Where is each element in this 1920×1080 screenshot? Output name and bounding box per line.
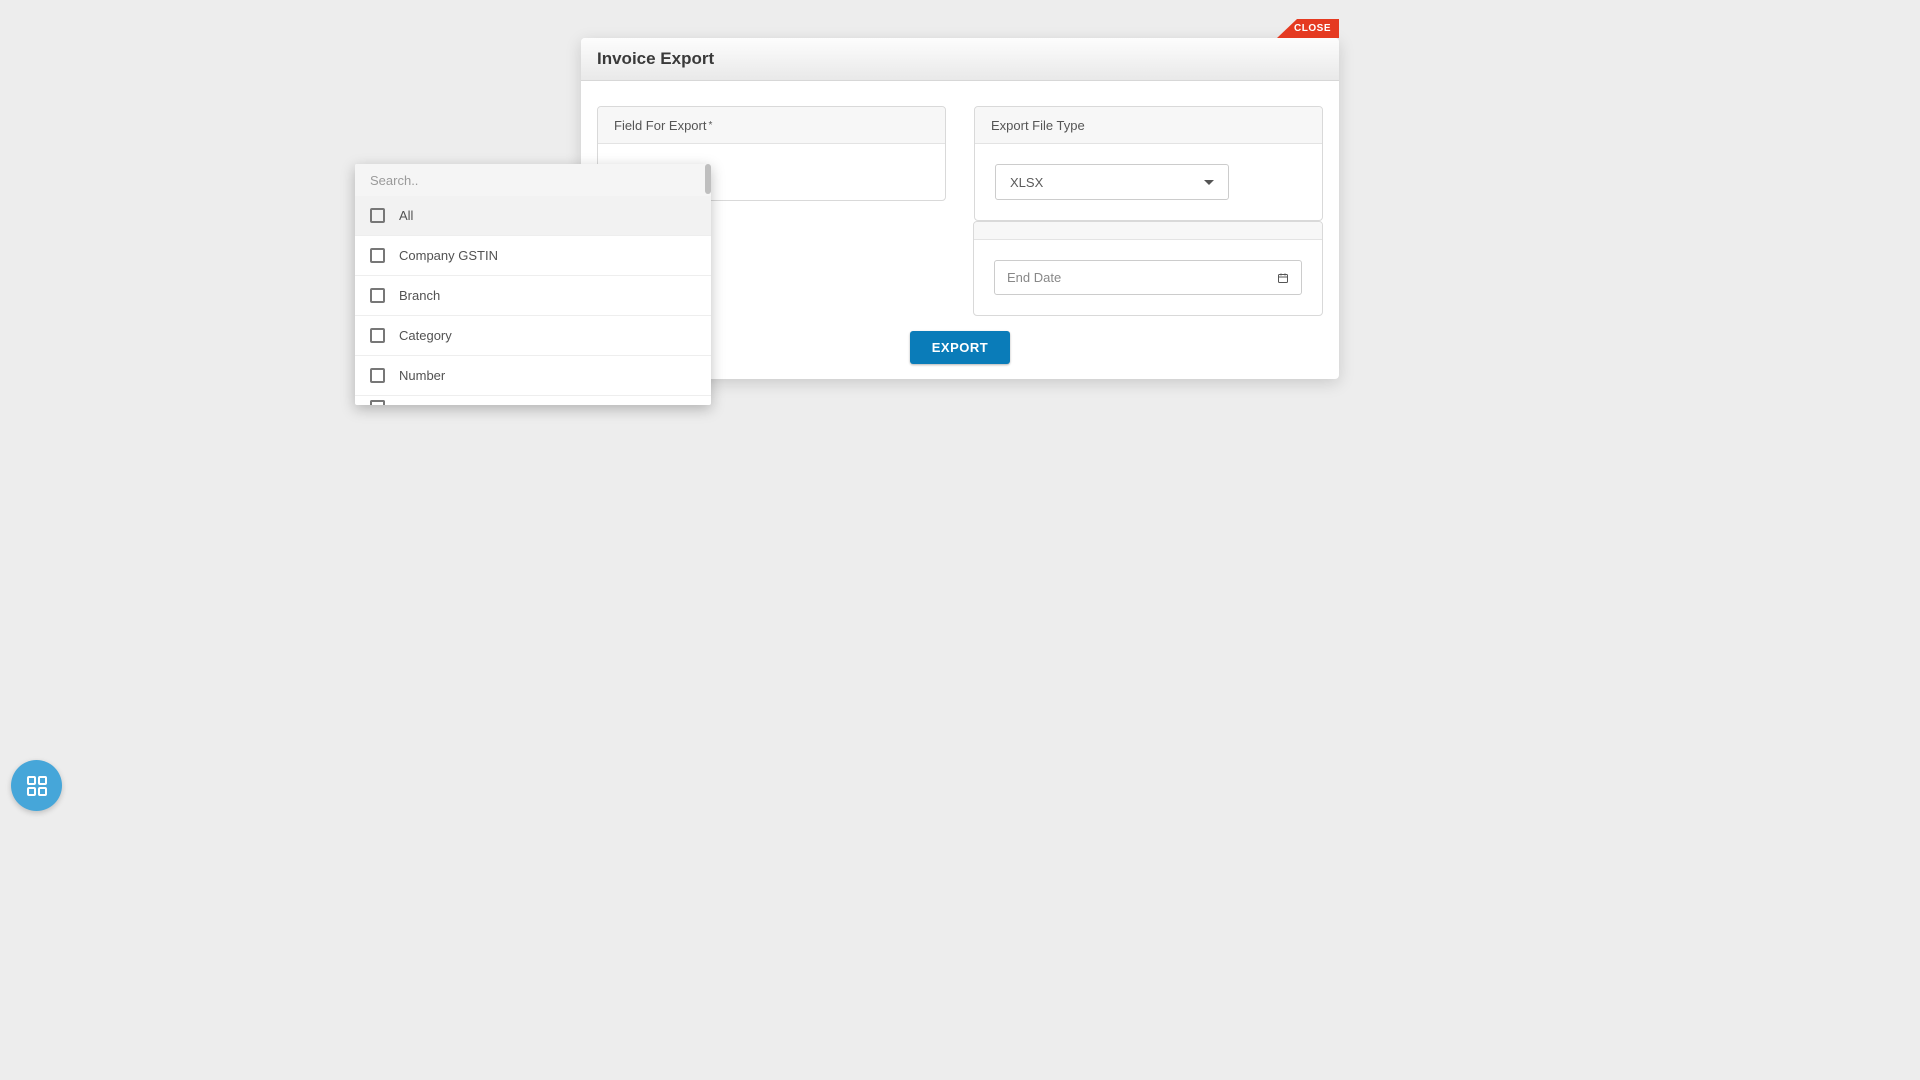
modal-header: Invoice Export xyxy=(581,38,1339,81)
field-for-export-label: Field For Export xyxy=(614,118,706,133)
chevron-down-icon xyxy=(1204,180,1214,185)
checkbox-icon xyxy=(370,400,385,405)
option-label: Number xyxy=(399,368,445,383)
option-label: Company GSTIN xyxy=(399,248,498,263)
option-partial[interactable] xyxy=(355,396,711,405)
end-date-card-body: End Date xyxy=(974,240,1322,315)
modal-title: Invoice Export xyxy=(597,49,714,69)
scrollbar-thumb[interactable] xyxy=(705,164,711,194)
end-date-input[interactable]: End Date xyxy=(994,260,1302,295)
export-file-type-header: Export File Type xyxy=(975,107,1322,144)
checkbox-icon xyxy=(370,208,385,223)
dropdown-search xyxy=(355,164,711,196)
end-date-placeholder: End Date xyxy=(1007,270,1061,285)
option-number[interactable]: Number xyxy=(355,356,711,396)
grid-icon xyxy=(25,774,49,798)
export-button[interactable]: EXPORT xyxy=(910,331,1010,364)
export-file-type-body: XLSX xyxy=(975,144,1322,220)
option-list: All Company GSTIN Branch Category Number xyxy=(355,196,711,405)
close-button[interactable]: CLOSE xyxy=(1277,19,1339,38)
option-label: Category xyxy=(399,328,452,343)
checkbox-icon xyxy=(370,368,385,383)
export-button-label: EXPORT xyxy=(932,340,988,355)
option-all[interactable]: All xyxy=(355,196,711,236)
option-label: Branch xyxy=(399,288,440,303)
checkbox-icon xyxy=(370,248,385,263)
dropdown-search-input[interactable] xyxy=(355,164,703,196)
calendar-icon xyxy=(1277,272,1289,284)
end-date-card-header xyxy=(974,222,1322,240)
field-dropdown-panel: All Company GSTIN Branch Category Number xyxy=(355,164,711,405)
option-company-gstin[interactable]: Company GSTIN xyxy=(355,236,711,276)
option-branch[interactable]: Branch xyxy=(355,276,711,316)
export-file-type-card: Export File Type XLSX xyxy=(974,106,1323,221)
apps-fab[interactable] xyxy=(11,760,62,811)
close-label: CLOSE xyxy=(1294,23,1331,34)
required-asterisk: * xyxy=(708,120,712,131)
file-type-select[interactable]: XLSX xyxy=(995,164,1229,200)
file-type-value: XLSX xyxy=(1010,175,1043,190)
checkbox-icon xyxy=(370,328,385,343)
option-label: All xyxy=(399,208,413,223)
end-date-card: End Date xyxy=(973,221,1323,316)
export-file-type-label: Export File Type xyxy=(991,118,1085,133)
field-for-export-header: Field For Export * xyxy=(598,107,945,144)
checkbox-icon xyxy=(370,288,385,303)
option-category[interactable]: Category xyxy=(355,316,711,356)
